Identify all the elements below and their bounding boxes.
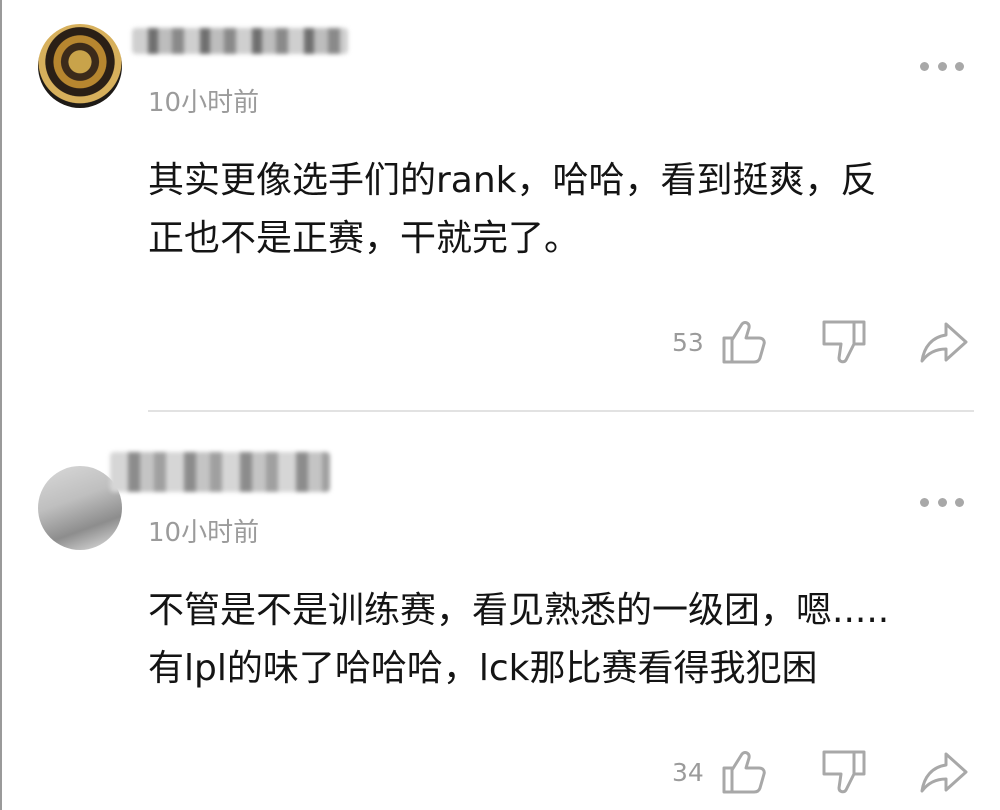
more-dots-icon [955, 497, 964, 507]
more-dots-icon [920, 497, 929, 507]
comment-actions: 53 [0, 316, 1000, 372]
more-dots-icon [937, 61, 947, 71]
more-options-button[interactable] [920, 56, 964, 76]
thumbs-up-icon[interactable] [718, 316, 770, 368]
comment-text: 不管是不是训练赛，看见熟悉的一级团，嗯..... 有lpl的味了哈哈哈，lck那… [148, 582, 978, 698]
share-arrow-icon[interactable] [918, 316, 970, 368]
thumbs-down-icon[interactable] [818, 316, 870, 368]
share-arrow-icon[interactable] [918, 746, 970, 798]
comment-text-line: 有lpl的味了哈哈哈，lck那比赛看得我犯困 [148, 648, 818, 689]
thumbs-up-icon[interactable] [718, 746, 770, 798]
more-dots-icon [955, 61, 964, 71]
like-count: 34 [672, 758, 704, 787]
avatar[interactable] [38, 24, 122, 108]
more-dots-icon [937, 497, 947, 507]
thumbs-down-icon[interactable] [818, 746, 870, 798]
comment-timestamp: 10小时前 [148, 518, 260, 548]
comment-text-line: 其实更像选手们的rank，哈哈，看到挺爽，反 [148, 160, 877, 201]
comment-actions: 34 [0, 746, 1000, 802]
comment-timestamp: 10小时前 [148, 88, 260, 118]
comment-text-line: 不管是不是训练赛，看见熟悉的一级团，嗯..... [148, 590, 890, 631]
more-dots-icon [920, 61, 929, 71]
more-options-button[interactable] [920, 492, 964, 512]
username-blurred[interactable] [110, 452, 330, 492]
like-count: 53 [672, 328, 704, 357]
comment-text-line: 正也不是正赛，干就完了。 [148, 218, 581, 259]
left-border [0, 0, 2, 810]
comment-text: 其实更像选手们的rank，哈哈，看到挺爽，反 正也不是正赛，干就完了。 [148, 152, 978, 268]
comment-divider [148, 410, 974, 412]
username-blurred[interactable] [132, 28, 348, 54]
